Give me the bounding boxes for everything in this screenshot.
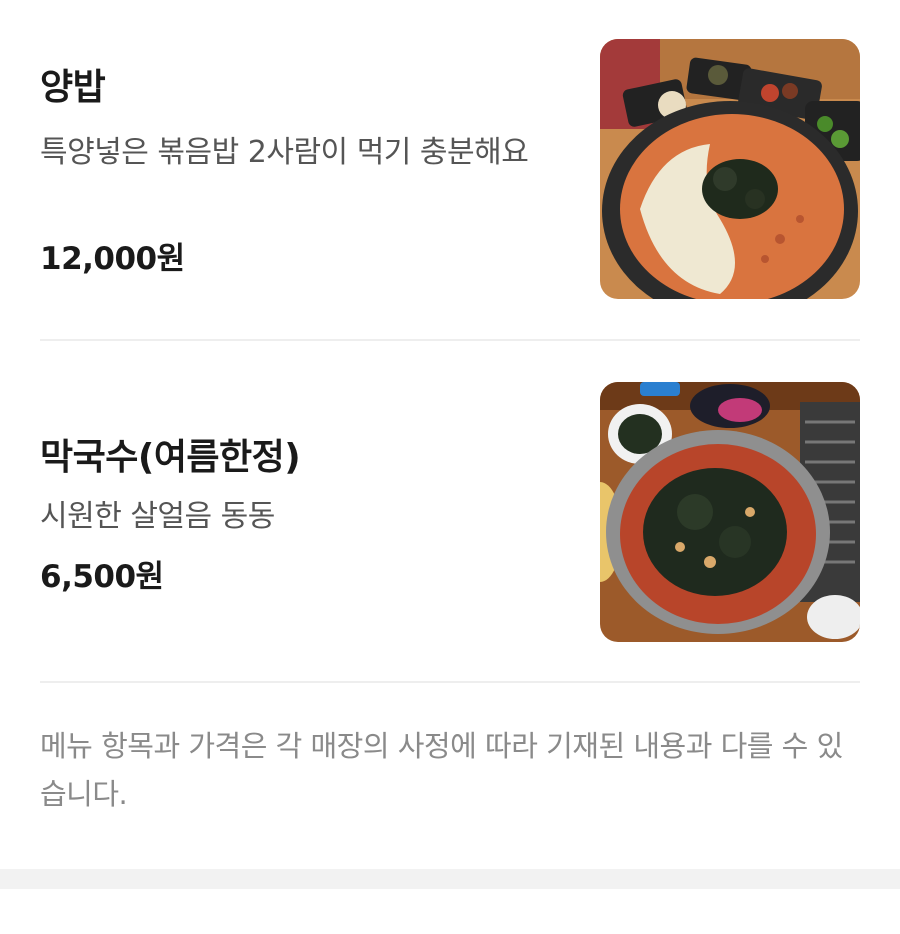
section-separator [0,869,900,889]
menu-item-photo[interactable] [600,382,860,642]
menu-item-name: 막국수(여름한정) [40,437,301,478]
fried-rice-photo-icon [600,39,860,299]
buckwheat-noodle-photo-icon [600,382,860,642]
menu-item-price: 6,500원 [40,559,164,595]
divider [40,681,860,683]
menu-item[interactable]: 양밥 특양넣은 볶음밥 2사람이 먹기 충분해요 12,000원 [40,0,860,340]
menu-item-photo[interactable] [600,39,860,299]
menu-item[interactable]: 막국수(여름한정) 시원한 살얼음 동동 6,500원 [40,341,860,683]
menu-item-description: 특양넣은 볶음밥 2사람이 먹기 충분해요 [40,135,529,170]
menu-item-description: 시원한 살얼음 동동 [40,499,275,534]
menu-notice: 메뉴 항목과 가격은 각 매장의 사정에 따라 기재된 내용과 다를 수 있습니… [40,729,843,811]
menu-item-price: 12,000원 [40,241,185,277]
menu-item-name: 양밥 [40,67,106,108]
